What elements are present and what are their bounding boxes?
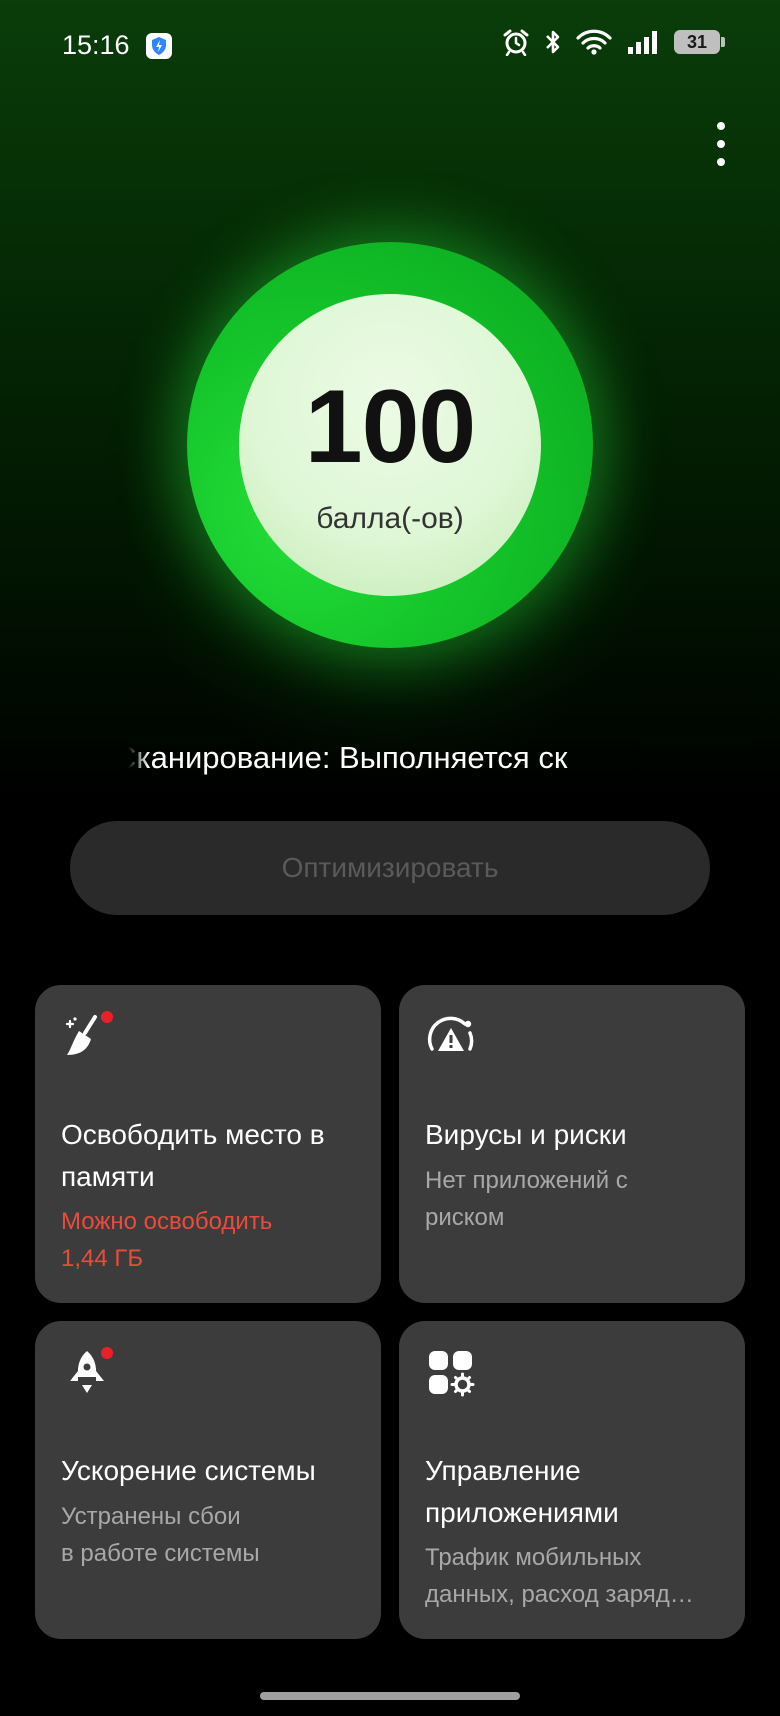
- shield-lightning-icon: [146, 33, 172, 59]
- alarm-clock-icon: [503, 29, 529, 56]
- bluetooth-icon: [546, 30, 560, 54]
- card-system-speedup[interactable]: Ускорение системы Устранены сбои в работ…: [35, 1321, 381, 1639]
- warning-radar-icon: [427, 1016, 474, 1051]
- card-subtitle-line1: Трафик мобильных: [425, 1544, 642, 1571]
- status-bar: 15:16 31: [0, 0, 780, 96]
- card-free-memory[interactable]: Освободить место в памяти Можно освободи…: [35, 985, 381, 1303]
- card-subtitle-line1: Устранены сбои: [61, 1503, 241, 1530]
- card-subtitle-line1: Можно освободить: [61, 1208, 273, 1235]
- card-title-line1: Управление: [425, 1455, 581, 1486]
- card-title: Вирусы и риски: [425, 1119, 627, 1150]
- notification-dot: [101, 1347, 113, 1359]
- card-title: Ускорение системы: [61, 1455, 316, 1486]
- scan-status-text: Сканирование: Выполняется ск: [128, 740, 648, 786]
- score-value: 100: [304, 369, 477, 485]
- card-subtitle-line2: 1,44 ГБ: [61, 1245, 144, 1272]
- scan-status-label: Сканирование: Выполняется ск: [128, 740, 568, 775]
- optimize-button[interactable]: Оптимизировать: [70, 821, 710, 915]
- battery-indicator: 31: [674, 30, 725, 54]
- cellular-signal-icon: [628, 31, 657, 54]
- status-icons: 31: [502, 28, 725, 56]
- apps-grid-gear-icon: [429, 1351, 475, 1397]
- notification-dot: [101, 1011, 113, 1023]
- home-gesture-bar[interactable]: [260, 1692, 520, 1700]
- card-title: Освободить место в памяти: [61, 1119, 325, 1192]
- status-time: 15:16: [62, 30, 130, 60]
- card-app-management[interactable]: Управление приложениями Трафик мобильных…: [399, 1321, 745, 1639]
- card-title-line2: приложениями: [425, 1497, 619, 1528]
- wifi-icon: [576, 29, 612, 55]
- card-subtitle-line1: Нет приложений с: [425, 1167, 628, 1194]
- card-subtitle-line2: данных, расход заряд…: [425, 1581, 694, 1608]
- score-unit-label: балла(-ов): [316, 502, 464, 535]
- card-viruses-risks[interactable]: Вирусы и риски Нет приложений с риском: [399, 985, 745, 1303]
- more-vertical-icon[interactable]: [706, 122, 736, 166]
- card-subtitle-line2: в работе системы: [61, 1540, 260, 1567]
- card-subtitle-line2: риском: [425, 1204, 505, 1231]
